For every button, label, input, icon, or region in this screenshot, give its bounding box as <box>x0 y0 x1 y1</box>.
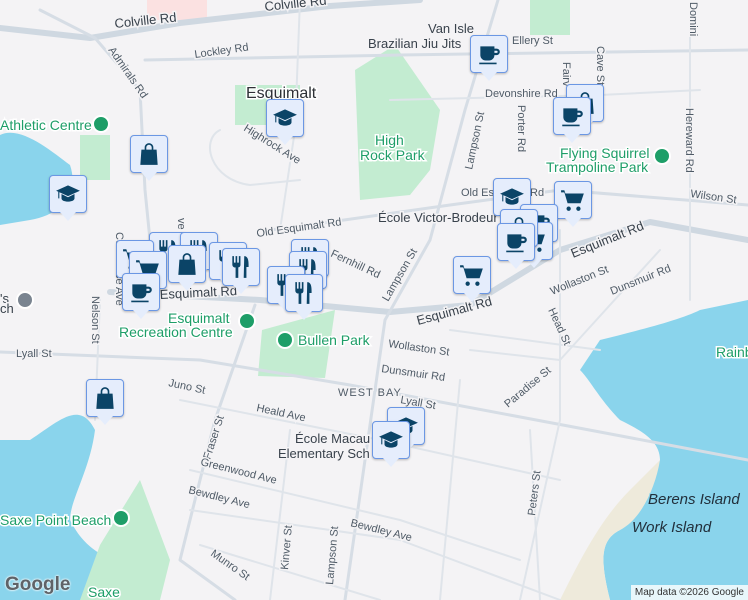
poi-flying-squirrel-line2[interactable]: Trampoline Park <box>545 158 651 177</box>
shopping-bag-icon <box>136 141 162 167</box>
google-logo: Google <box>5 574 71 595</box>
cafe-marker[interactable] <box>122 273 160 319</box>
cafe-marker[interactable] <box>470 35 508 81</box>
park-athletic <box>80 135 110 180</box>
street-label: Paradise St <box>502 365 553 411</box>
poi-recreation-centre-line2[interactable]: Recreation Centre <box>118 323 235 342</box>
street-label: Lampson St <box>324 526 341 586</box>
map-canvas[interactable]: Colville Rd Colville Rd Admirals Rd Lock… <box>0 0 748 600</box>
street-label: Cave St <box>594 46 606 85</box>
graduation-cap-icon <box>378 427 404 453</box>
street-label: Lampson St <box>463 111 487 171</box>
graduation-cap-icon <box>272 105 298 131</box>
poi-athletic-centre[interactable]: Athletic Centre <box>0 116 94 135</box>
tree-icon[interactable] <box>112 509 130 527</box>
coffee-icon <box>476 41 502 67</box>
school-marker[interactable] <box>49 175 87 221</box>
coffee-icon <box>128 279 154 305</box>
poi-bullen-park[interactable]: Bullen Park <box>297 331 373 350</box>
shopping-cart-icon <box>560 187 586 213</box>
poi-saxe-point-beach[interactable]: Saxe Point Beach <box>0 511 113 530</box>
poi-ecole-macaulay-line2[interactable]: Elementary Sch <box>277 445 372 463</box>
street-label: Kinver St <box>279 525 295 571</box>
restaurant-marker[interactable] <box>222 248 260 294</box>
poi-pin-icon[interactable] <box>92 115 110 133</box>
neighbourhood-label: WEST BAY <box>338 387 402 399</box>
street-label: Munro St <box>208 548 251 583</box>
school-marker[interactable] <box>266 99 304 145</box>
poi-ecole-macaulay[interactable]: École Macau <box>294 430 372 448</box>
poi-pin-icon[interactable] <box>276 331 294 349</box>
cafe-marker[interactable] <box>553 97 591 143</box>
street-label: Lyall St <box>16 348 52 360</box>
street-label: Dunsmuir Rd <box>609 263 673 298</box>
restaurant-marker[interactable] <box>285 274 323 320</box>
coffee-icon <box>559 103 585 129</box>
street-label: Hereward Rd <box>683 108 695 173</box>
park-saxe <box>80 480 170 600</box>
street-label: Wollaston St <box>388 338 451 358</box>
street-label: Domini <box>687 2 699 36</box>
shopping-marker[interactable] <box>168 245 206 291</box>
poi-ecole-victor-brodeur[interactable]: École Victor-Brodeur <box>377 209 500 227</box>
street-label: ve <box>175 218 187 230</box>
island-work: Work Island <box>632 519 712 536</box>
cafe-marker[interactable] <box>497 223 535 269</box>
poi-van-isle[interactable]: Van Isle <box>427 20 476 38</box>
street-label: Dunsmuir Rd <box>381 363 446 384</box>
church-icon[interactable] <box>16 291 34 309</box>
poi-church-line2[interactable]: ch <box>0 300 15 318</box>
poi-high-rock-park-line2[interactable]: Rock Park <box>359 146 428 165</box>
street-label: Esquimalt Rd <box>415 293 494 327</box>
poi-high-rock-park[interactable]: High <box>374 131 406 150</box>
poi-pin-icon[interactable] <box>238 312 256 330</box>
coffee-icon <box>503 229 529 255</box>
shopping-cart-icon <box>459 262 485 288</box>
street-label: Wollaston St <box>549 264 611 298</box>
street-label: Old Es <box>461 187 495 199</box>
street-label: Fraser St <box>201 414 226 461</box>
shopping-marker[interactable] <box>86 379 124 425</box>
street-label: Devonshire Rd <box>485 88 558 100</box>
poi-saxe[interactable]: Saxe <box>87 583 122 600</box>
park-high-rock <box>355 45 440 200</box>
shopping-bag-icon <box>92 385 118 411</box>
shopping-marker[interactable] <box>130 135 168 181</box>
street-label: Porter Rd <box>515 105 527 152</box>
grocery-marker[interactable] <box>554 181 592 227</box>
street-label: Ellery St <box>512 35 553 47</box>
poi-pin-icon[interactable] <box>653 147 671 165</box>
map-attribution[interactable]: Map data ©2026 Google <box>630 585 748 600</box>
fork-knife-icon <box>291 280 317 306</box>
street-label: Juno St <box>167 377 206 396</box>
street-label: Fernhill Rd <box>329 248 382 281</box>
street-label: Old Esquimalt Rd <box>256 216 342 240</box>
poi-rainbow[interactable]: Rainb <box>715 343 748 362</box>
street-label: Bewdley Ave <box>187 484 251 511</box>
street-label: Nelson St <box>89 296 101 344</box>
island-berens: Berens Island <box>648 491 740 508</box>
street-label: Admirals Rd <box>106 45 150 101</box>
school-marker[interactable] <box>372 421 410 467</box>
park-top <box>530 0 570 35</box>
shopping-bag-icon <box>174 251 200 277</box>
grocery-marker[interactable] <box>453 256 491 302</box>
poi-van-isle-line2[interactable]: Brazilian Jiu Jits <box>367 35 464 53</box>
fork-knife-icon <box>228 254 254 280</box>
street-label: Rd <box>530 187 544 199</box>
graduation-cap-icon <box>55 181 81 207</box>
